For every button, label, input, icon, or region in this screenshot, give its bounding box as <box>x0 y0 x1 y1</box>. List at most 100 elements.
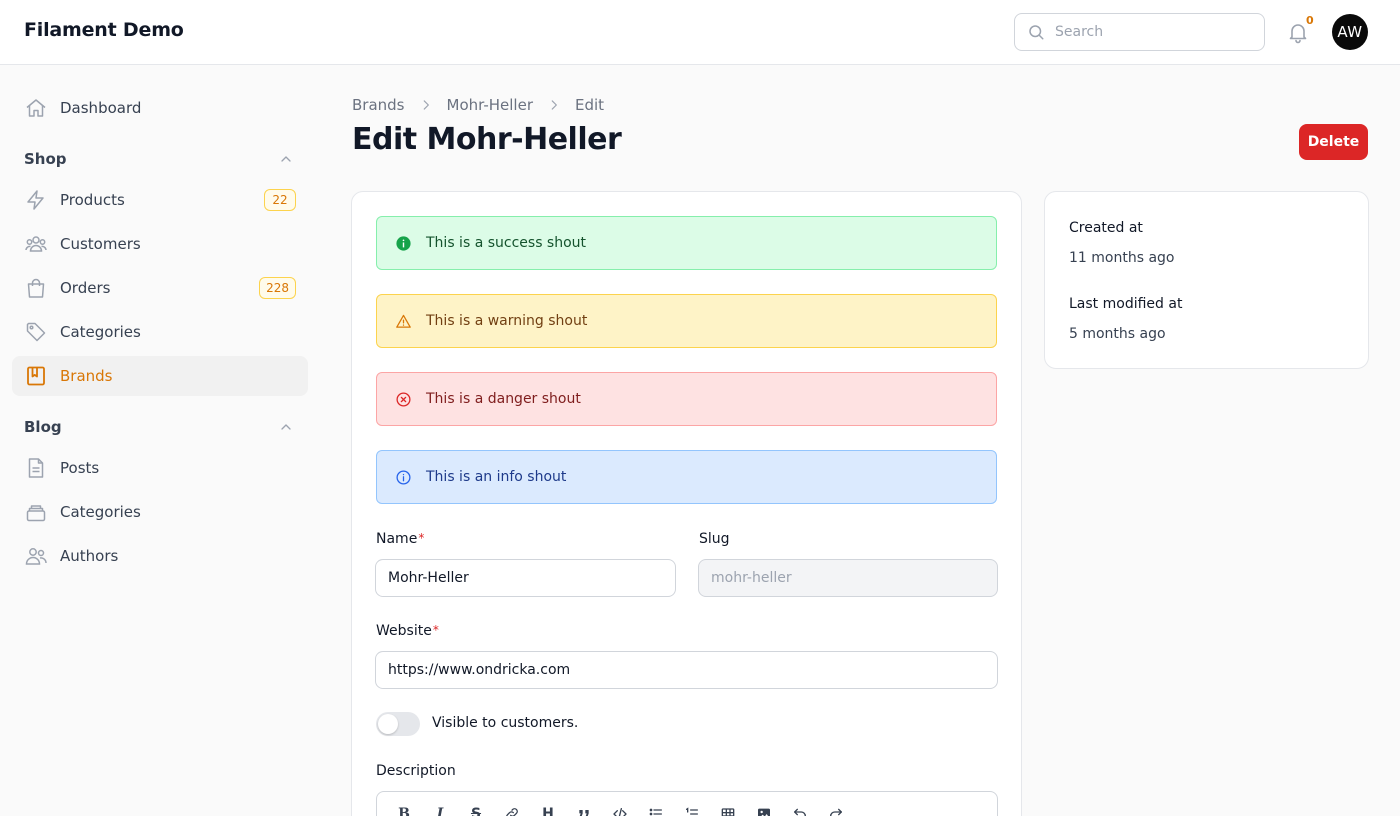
ordered-list-icon <box>686 807 698 815</box>
chevron-right-icon <box>551 100 557 110</box>
sidebar: Dashboard Shop Products 22 Customers Ord… <box>0 65 320 816</box>
sidebar-item-brands[interactable]: Brands <box>12 356 308 396</box>
code-icon <box>613 808 627 816</box>
italic-button[interactable]: I <box>427 804 453 816</box>
strike-button[interactable]: S <box>463 804 489 816</box>
sidebar-item-label: Brands <box>60 367 113 385</box>
x-circle-icon <box>396 391 411 407</box>
search-input[interactable] <box>1055 24 1245 40</box>
sidebar-item-blog-categories[interactable]: Categories <box>12 492 308 532</box>
quote-button[interactable] <box>571 804 597 816</box>
link-button[interactable] <box>499 804 525 816</box>
modified-at-value: 5 months ago <box>1069 326 1166 342</box>
count-badge: 22 <box>264 189 296 211</box>
chevron-right-icon <box>423 100 429 110</box>
count-badge: 228 <box>259 277 296 299</box>
meta-card: Created at 11 months ago Last modified a… <box>1044 191 1369 369</box>
slug-label: Slug <box>699 531 730 547</box>
bolt-icon <box>27 190 44 210</box>
sidebar-item-products[interactable]: Products 22 <box>12 180 308 220</box>
sidebar-item-posts[interactable]: Posts <box>12 448 308 488</box>
search-box[interactable] <box>1014 13 1265 51</box>
sidebar-item-label: Dashboard <box>60 99 142 117</box>
sidebar-item-label: Categories <box>60 323 141 341</box>
shout-text: This is a success shout <box>426 235 587 251</box>
page-title: Edit Mohr-Heller <box>352 122 622 157</box>
stack-icon <box>26 505 46 522</box>
editor-toolbar: B I S H <box>391 804 859 816</box>
visible-toggle[interactable] <box>376 712 420 736</box>
ordered-list-button[interactable] <box>679 804 705 816</box>
info-icon <box>396 235 411 251</box>
sidebar-item-customers[interactable]: Customers <box>12 224 308 264</box>
website-label-text: Website <box>376 623 432 639</box>
sidebar-item-label: Orders <box>60 279 111 297</box>
undo-button[interactable] <box>787 804 813 816</box>
visible-label: Visible to customers. <box>432 715 579 731</box>
bullet-list-icon <box>649 808 662 816</box>
required-mark: * <box>418 531 425 545</box>
breadcrumb-item[interactable]: Mohr-Heller <box>447 96 533 114</box>
avatar[interactable]: AW <box>1332 14 1368 50</box>
name-label: Name* <box>376 531 424 547</box>
modified-at-label: Last modified at <box>1069 296 1183 312</box>
sidebar-group-blog[interactable]: Blog <box>24 418 62 436</box>
sidebar-item-label: Products <box>60 191 125 209</box>
info-shout: This is an info shout <box>376 450 997 504</box>
website-label: Website* <box>376 623 439 639</box>
sidebar-item-label: Customers <box>60 235 141 253</box>
bold-button[interactable]: B <box>391 804 417 816</box>
bullet-list-button[interactable] <box>643 804 669 816</box>
top-bar: Filament Demo 0 AW <box>0 0 1400 65</box>
users-icon <box>25 236 47 252</box>
sidebar-item-categories[interactable]: Categories <box>12 312 308 352</box>
image-button[interactable] <box>751 804 777 816</box>
info-circle-icon <box>396 469 411 485</box>
sidebar-item-label: Posts <box>60 459 100 477</box>
warning-icon <box>396 314 411 328</box>
search-icon <box>1029 25 1044 40</box>
redo-icon <box>830 808 842 816</box>
home-icon <box>26 99 46 117</box>
app-title[interactable]: Filament Demo <box>24 19 184 41</box>
code-button[interactable] <box>607 804 633 816</box>
users-icon <box>25 548 47 565</box>
quote-icon <box>579 810 589 816</box>
sidebar-item-authors[interactable]: Authors <box>12 536 308 576</box>
table-button[interactable] <box>715 804 741 816</box>
website-field[interactable] <box>375 651 998 689</box>
created-at-label: Created at <box>1069 220 1143 236</box>
chevron-up-icon[interactable] <box>278 419 294 435</box>
breadcrumb-item[interactable]: Brands <box>352 96 405 114</box>
delete-button[interactable]: Delete <box>1299 124 1368 160</box>
redo-button[interactable] <box>823 804 849 816</box>
sidebar-item-orders[interactable]: Orders 228 <box>12 268 308 308</box>
slug-field <box>698 559 998 597</box>
link-icon <box>506 808 518 816</box>
description-label: Description <box>376 763 456 779</box>
description-editor[interactable]: B I S H <box>376 791 998 816</box>
table-icon <box>721 808 735 816</box>
tag-icon <box>26 322 46 342</box>
document-icon <box>28 458 44 478</box>
book-icon <box>27 366 45 386</box>
notification-count: 0 <box>1306 14 1314 27</box>
name-field[interactable] <box>375 559 676 597</box>
sidebar-item-dashboard[interactable]: Dashboard <box>12 88 308 128</box>
heading-button[interactable]: H <box>535 804 561 816</box>
name-label-text: Name <box>376 531 418 547</box>
sidebar-group-shop[interactable]: Shop <box>24 150 67 168</box>
danger-shout: This is a danger shout <box>376 372 997 426</box>
toggle-knob <box>378 714 398 734</box>
shout-text: This is a warning shout <box>426 313 588 329</box>
success-shout: This is a success shout <box>376 216 997 270</box>
sidebar-item-label: Authors <box>60 547 119 565</box>
shopping-bag-icon <box>27 278 45 298</box>
shout-text: This is an info shout <box>426 469 567 485</box>
breadcrumb: Brands Mohr-Heller Edit <box>352 96 604 114</box>
warning-shout: This is a warning shout <box>376 294 997 348</box>
undo-icon <box>794 808 806 816</box>
chevron-up-icon[interactable] <box>278 151 294 167</box>
sidebar-item-label: Categories <box>60 503 141 521</box>
created-at-value: 11 months ago <box>1069 250 1175 266</box>
